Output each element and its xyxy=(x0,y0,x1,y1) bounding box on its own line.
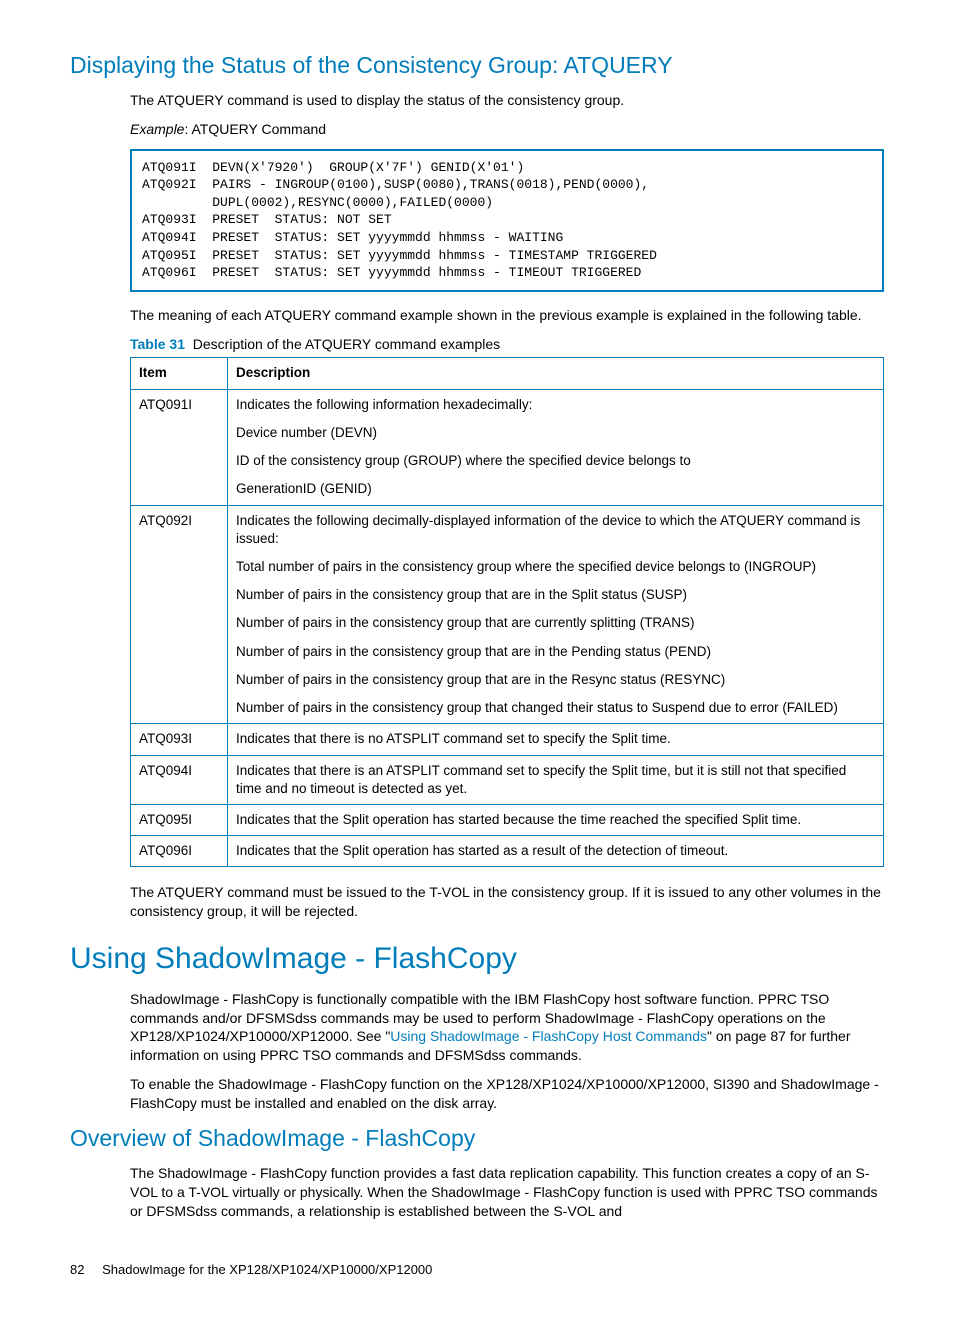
table-row: ATQ095IIndicates that the Split operatio… xyxy=(131,804,884,835)
cell-paragraph: Number of pairs in the consistency group… xyxy=(236,643,875,661)
cell-paragraph: Number of pairs in the consistency group… xyxy=(236,699,875,717)
cell-paragraph: Total number of pairs in the consistency… xyxy=(236,558,875,576)
th-item: Item xyxy=(131,358,228,389)
cell-paragraph: GenerationID (GENID) xyxy=(236,480,875,498)
cell-paragraph: ID of the consistency group (GROUP) wher… xyxy=(236,452,875,470)
cell-description: Indicates that the Split operation has s… xyxy=(228,836,884,867)
cell-paragraph: Number of pairs in the consistency group… xyxy=(236,614,875,632)
cell-description: Indicates the following decimally-displa… xyxy=(228,505,884,724)
th-description: Description xyxy=(228,358,884,389)
heading-using-shadowimage: Using ShadowImage - FlashCopy xyxy=(70,939,884,980)
paragraph: To enable the ShadowImage - FlashCopy fu… xyxy=(130,1075,884,1113)
link-flashcopy-host-commands[interactable]: Using ShadowImage - FlashCopy Host Comma… xyxy=(390,1028,707,1044)
table-caption-text: Description of the ATQUERY command examp… xyxy=(193,336,500,352)
cell-paragraph: Number of pairs in the consistency group… xyxy=(236,671,875,689)
cell-description: Indicates that there is no ATSPLIT comma… xyxy=(228,724,884,755)
cell-paragraph: Number of pairs in the consistency group… xyxy=(236,586,875,604)
cell-description: Indicates the following information hexa… xyxy=(228,389,884,505)
page-number: 82 xyxy=(70,1261,84,1279)
example-label: Example xyxy=(130,121,184,137)
table-row: ATQ093IIndicates that there is no ATSPLI… xyxy=(131,724,884,755)
table-row: ATQ092IIndicates the following decimally… xyxy=(131,505,884,724)
table-row: ATQ096IIndicates that the Split operatio… xyxy=(131,836,884,867)
cell-item: ATQ093I xyxy=(131,724,228,755)
table-row: ATQ091I Indicates the following informati… xyxy=(131,389,884,505)
cell-item: ATQ092I xyxy=(131,505,228,724)
page-footer: 82 ShadowImage for the XP128/XP1024/XP10… xyxy=(70,1261,884,1279)
code-block: ATQ091I DEVN(X'7920') GROUP(X'7F') GENID… xyxy=(130,149,884,292)
paragraph: The ShadowImage - FlashCopy function pro… xyxy=(130,1164,884,1221)
example-line: Example: ATQUERY Command xyxy=(130,120,884,139)
cell-item: ATQ094I xyxy=(131,755,228,804)
paragraph: The ATQUERY command is used to display t… xyxy=(130,91,884,110)
cell-item: ATQ091I xyxy=(131,389,228,505)
cell-paragraph: Device number (DEVN) xyxy=(236,424,875,442)
paragraph: The ATQUERY command must be issued to th… xyxy=(130,883,884,921)
table-caption: Table 31 Description of the ATQUERY comm… xyxy=(130,335,884,354)
cell-paragraph: Indicates the following decimally-displa… xyxy=(236,512,875,548)
example-rest: : ATQUERY Command xyxy=(184,121,326,137)
cell-description: Indicates that the Split operation has s… xyxy=(228,804,884,835)
table-label: Table 31 xyxy=(130,336,185,352)
footer-title: ShadowImage for the XP128/XP1024/XP10000… xyxy=(102,1262,432,1277)
atquery-table: Item Description ATQ091IIndicates the fo… xyxy=(130,357,884,867)
cell-item: ATQ096I xyxy=(131,836,228,867)
cell-item: ATQ095I xyxy=(131,804,228,835)
cell-paragraph: Indicates the following information hexa… xyxy=(236,396,875,414)
paragraph: The meaning of each ATQUERY command exam… xyxy=(130,306,884,325)
heading-overview-shadowimage: Overview of ShadowImage - FlashCopy xyxy=(70,1123,884,1154)
paragraph: ShadowImage - FlashCopy is functionally … xyxy=(130,990,884,1066)
table-row: ATQ094IIndicates that there is an ATSPLI… xyxy=(131,755,884,804)
heading-atquery-status: Displaying the Status of the Consistency… xyxy=(70,50,884,81)
cell-description: Indicates that there is an ATSPLIT comma… xyxy=(228,755,884,804)
